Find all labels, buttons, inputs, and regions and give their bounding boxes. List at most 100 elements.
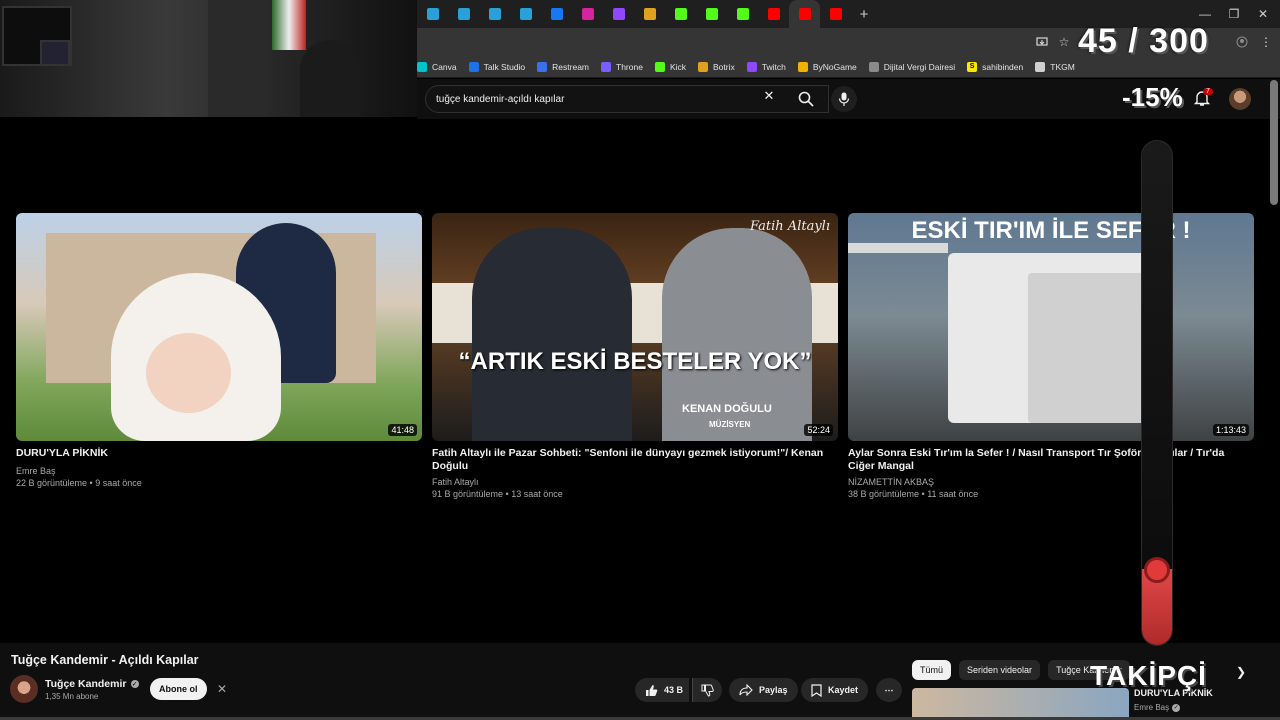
clear-search-icon[interactable]: ✕ xyxy=(761,88,777,104)
profile-icon[interactable] xyxy=(1235,35,1249,49)
voice-search-button[interactable] xyxy=(831,86,857,112)
search-query: tuğçe kandemir-açıldı kapılar xyxy=(436,93,565,105)
thumbnail-heading-text: ESKİ TIR'IM İLE SEFER ! xyxy=(911,217,1191,244)
bookmark-label: Canva xyxy=(432,61,457,72)
thermometer-knob xyxy=(1144,557,1170,583)
page-scrollbar[interactable] xyxy=(1270,80,1278,205)
video-channel[interactable]: Emre Baş xyxy=(16,465,422,477)
new-tab-icon[interactable]: + xyxy=(851,6,877,23)
bookmark-label: Throne xyxy=(616,61,643,72)
like-count: 43 B xyxy=(664,685,684,695)
youtube-icon xyxy=(829,8,842,20)
bookmark-label: Talk Studio xyxy=(483,61,526,72)
video-channel[interactable]: Fatih Altaylı xyxy=(432,476,838,488)
save-button[interactable]: Kaydet xyxy=(801,678,869,702)
facebook-icon xyxy=(550,8,563,20)
bookmark-label: Restream xyxy=(552,61,590,72)
video-title[interactable]: Fatih Altaylı ile Pazar Sohbeti: "Senfon… xyxy=(432,447,838,473)
chip-series[interactable]: Seriden videolar xyxy=(959,660,1041,680)
search-button[interactable] xyxy=(787,85,825,113)
browser-tab[interactable] xyxy=(603,0,634,28)
youtube-icon xyxy=(798,8,811,20)
like-button[interactable]: 43 B xyxy=(635,678,690,702)
video-card[interactable]: ESKİ TIR'IM İLE SEFER ! 1:13:43 Aylar So… xyxy=(848,213,1254,500)
browser-tab[interactable] xyxy=(417,0,448,28)
bookmark-item[interactable]: Twitch xyxy=(746,61,786,72)
bookmark-item[interactable]: Kick xyxy=(654,61,687,72)
zigzag-icon xyxy=(457,8,470,20)
zigzag-icon xyxy=(519,8,532,20)
browser-tab[interactable] xyxy=(727,0,758,28)
throne-icon xyxy=(601,61,612,72)
video-duration: 52:24 xyxy=(804,424,833,436)
bookmark-item[interactable]: TKGM xyxy=(1035,61,1075,72)
browser-tab[interactable] xyxy=(448,0,479,28)
chevron-right-icon[interactable]: ❯ xyxy=(1236,665,1246,679)
recommended-channel[interactable]: Emre Baş ✓ xyxy=(1134,703,1181,712)
bookmark-label: TKGM xyxy=(1050,61,1075,72)
browser-tab[interactable] xyxy=(789,0,820,28)
video-channel[interactable]: NİZAMETTİN AKBAŞ xyxy=(848,476,1254,488)
goal-counter-overlay: 45 / 300 xyxy=(1078,22,1209,60)
browser-tab[interactable] xyxy=(820,0,851,28)
kick-icon xyxy=(705,8,718,20)
webcam-shelf xyxy=(208,0,268,117)
bookmark-item[interactable]: Ssahibinden xyxy=(967,61,1024,72)
bookmark-item[interactable]: Dijital Vergi Dairesi xyxy=(868,61,955,72)
subscribe-button[interactable]: Abone ol xyxy=(150,678,207,700)
now-playing-title: Tuğçe Kandemir - Açıldı Kapılar xyxy=(11,653,199,667)
botrix-icon xyxy=(698,61,709,72)
browser-tab[interactable] xyxy=(510,0,541,28)
kick-icon xyxy=(736,8,749,20)
channel-name[interactable]: Tuğçe Kandemir ✓ xyxy=(45,678,139,690)
close-window-icon[interactable]: ✕ xyxy=(1246,0,1280,28)
bookmark-label: Kick xyxy=(669,61,687,72)
bookmark-item[interactable]: Restream xyxy=(537,61,590,72)
share-button[interactable]: Paylaş xyxy=(729,678,798,702)
thumbnail-role-text: MÜZİSYEN xyxy=(709,420,751,429)
bookmark-item[interactable]: Botrix xyxy=(698,61,735,72)
video-card[interactable]: 41:48 DURU'YLA PİKNİK Emre Baş 22 B görü… xyxy=(16,213,422,489)
browser-tab[interactable] xyxy=(665,0,696,28)
bookmark-star-icon[interactable]: ☆ xyxy=(1057,35,1071,49)
video-meta: 91 B görüntüleme • 13 saat önce xyxy=(432,489,563,499)
channel-avatar[interactable] xyxy=(10,675,38,703)
bookmark-item[interactable]: Talk Studio xyxy=(468,61,526,72)
video-card[interactable]: Fatih Altaylı “ARTIK ESKİ BESTELER YOK” … xyxy=(432,213,838,500)
thumbs-down-icon xyxy=(701,684,714,697)
more-actions-button[interactable]: ⋯ xyxy=(876,678,902,702)
dislike-button[interactable] xyxy=(692,678,722,702)
save-label: Kaydet xyxy=(828,685,859,695)
instagram-icon xyxy=(581,8,594,20)
more-horizontal-icon: ⋯ xyxy=(884,684,894,695)
webcam-person xyxy=(300,40,360,117)
percent-overlay: -15% xyxy=(1122,82,1183,112)
location-pin-icon xyxy=(1035,61,1046,72)
browser-tab[interactable] xyxy=(572,0,603,28)
install-app-icon[interactable] xyxy=(1035,35,1049,49)
video-title[interactable]: Aylar Sonra Eski Tır'ım la Sefer ! / Nas… xyxy=(848,447,1254,473)
video-thumbnail[interactable]: 41:48 xyxy=(16,213,422,441)
browser-tab[interactable] xyxy=(758,0,789,28)
video-thumbnail[interactable]: ESKİ TIR'IM İLE SEFER ! 1:13:43 xyxy=(848,213,1254,441)
recommended-thumbnail[interactable] xyxy=(912,688,1129,720)
dismiss-icon[interactable]: ✕ xyxy=(217,682,227,696)
video-title[interactable]: DURU'YLA PİKNİK xyxy=(16,447,422,460)
browser-tab[interactable] xyxy=(541,0,572,28)
microphone-icon xyxy=(838,92,850,106)
bookmark-item[interactable]: Throne xyxy=(601,61,643,72)
video-thumbnail[interactable]: Fatih Altaylı “ARTIK ESKİ BESTELER YOK” … xyxy=(432,213,838,441)
share-label: Paylaş xyxy=(759,685,788,695)
thumbnail-name-text: KENAN DOĞULU xyxy=(682,403,772,415)
video-duration: 1:13:43 xyxy=(1212,424,1249,436)
bookmark-label: sahibinden xyxy=(982,61,1024,72)
browser-tab[interactable] xyxy=(479,0,510,28)
chip-all[interactable]: Tümü xyxy=(912,660,952,680)
browser-tab[interactable] xyxy=(634,0,665,28)
talkstudio-icon xyxy=(468,61,479,72)
bookmark-item[interactable]: Canva xyxy=(417,61,457,72)
bookmark-item[interactable]: ByNoGame xyxy=(797,61,857,72)
more-menu-icon[interactable]: ⋮ xyxy=(1259,35,1273,49)
browser-tab[interactable] xyxy=(696,0,727,28)
account-avatar[interactable] xyxy=(1229,88,1251,110)
